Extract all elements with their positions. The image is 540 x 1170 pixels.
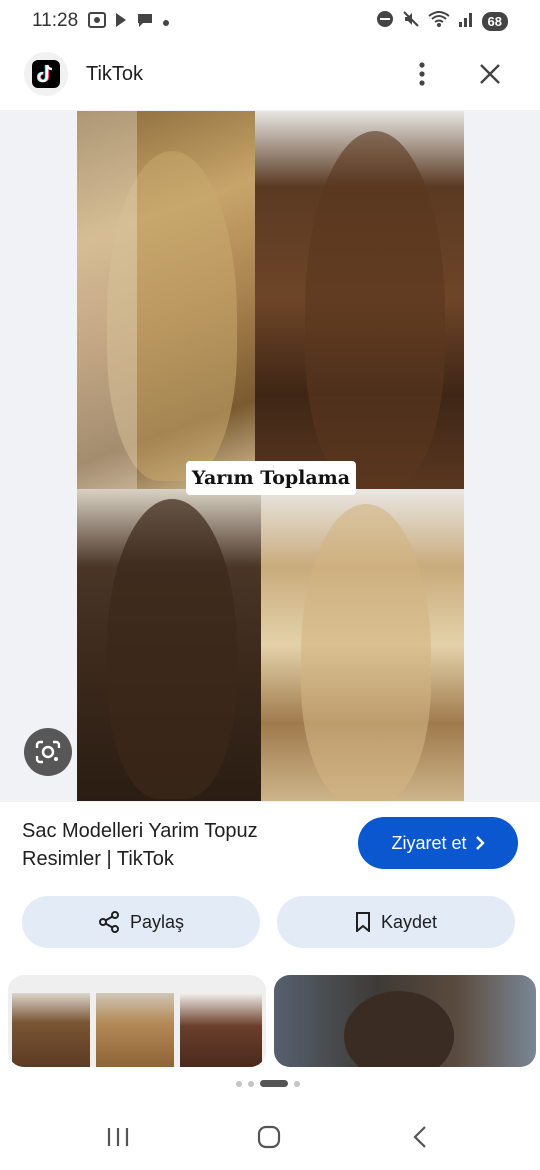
home-button[interactable]: [249, 1122, 289, 1152]
header-title: TikTok: [86, 63, 144, 85]
related-thumb: [12, 993, 90, 1067]
share-button[interactable]: Paylaş: [22, 896, 260, 948]
page-dot-active: [260, 1080, 288, 1087]
battery-indicator: 68: [481, 12, 508, 31]
image-viewer[interactable]: Yarım Toplama: [0, 110, 540, 802]
hairstyle-photo-2: [255, 111, 464, 489]
page-dot: [236, 1080, 242, 1087]
visit-button[interactable]: Ziyaret et: [358, 817, 518, 869]
screenshot-icon: [88, 12, 106, 33]
status-right-icons: 68: [376, 10, 508, 33]
recent-apps-icon: [107, 1128, 129, 1146]
chat-icon: [136, 12, 154, 33]
hairstyle-photo-1: [77, 111, 255, 489]
signal-icon: [458, 10, 474, 33]
status-time: 11:28: [32, 10, 79, 31]
close-icon: [480, 64, 500, 84]
bookmark-icon: [355, 912, 370, 932]
related-thumb: [180, 993, 262, 1067]
save-label: Kaydet: [380, 911, 438, 932]
chevron-right-icon: [475, 836, 485, 850]
status-bar: 11:28 68: [0, 0, 540, 44]
wifi-icon: [427, 10, 450, 33]
result-title[interactable]: Sac Modelleri Yarim Topuz Resimler | Tik…: [22, 817, 342, 873]
share-label: Paylaş: [129, 911, 185, 932]
share-icon: [98, 911, 119, 933]
dot-icon: [162, 14, 170, 32]
status-left-icons: [88, 12, 170, 33]
visit-button-label: Ziyaret et: [391, 832, 467, 853]
google-lens-button[interactable]: [24, 728, 72, 776]
back-button[interactable]: [400, 1122, 440, 1152]
related-thumb: [96, 993, 174, 1067]
media-icon: [114, 12, 128, 33]
more-vert-icon: [419, 62, 425, 86]
related-image-2[interactable]: [274, 975, 536, 1067]
recent-apps-button[interactable]: [98, 1122, 138, 1152]
hairstyle-collage-image[interactable]: Yarım Toplama: [77, 111, 464, 801]
mute-icon: [402, 10, 420, 33]
save-button[interactable]: Kaydet: [277, 896, 515, 948]
tiktok-logo-icon: [24, 52, 68, 96]
hairstyle-photo-3: [77, 489, 261, 801]
page-indicator: [236, 1080, 300, 1087]
system-nav-bar: [0, 1108, 540, 1170]
dnd-icon: [376, 10, 394, 33]
close-button[interactable]: [474, 58, 506, 90]
google-lens-icon: [35, 740, 61, 764]
header: TikTok: [0, 44, 540, 108]
hairstyle-photo-4: [261, 489, 464, 801]
related-image-1[interactable]: [8, 975, 266, 1067]
collage-overlay-label: Yarım Toplama: [186, 461, 356, 495]
page-dot: [294, 1080, 300, 1087]
more-options-button[interactable]: [408, 58, 436, 90]
back-icon: [413, 1126, 426, 1148]
page-dot: [248, 1080, 254, 1087]
home-icon: [257, 1125, 281, 1149]
